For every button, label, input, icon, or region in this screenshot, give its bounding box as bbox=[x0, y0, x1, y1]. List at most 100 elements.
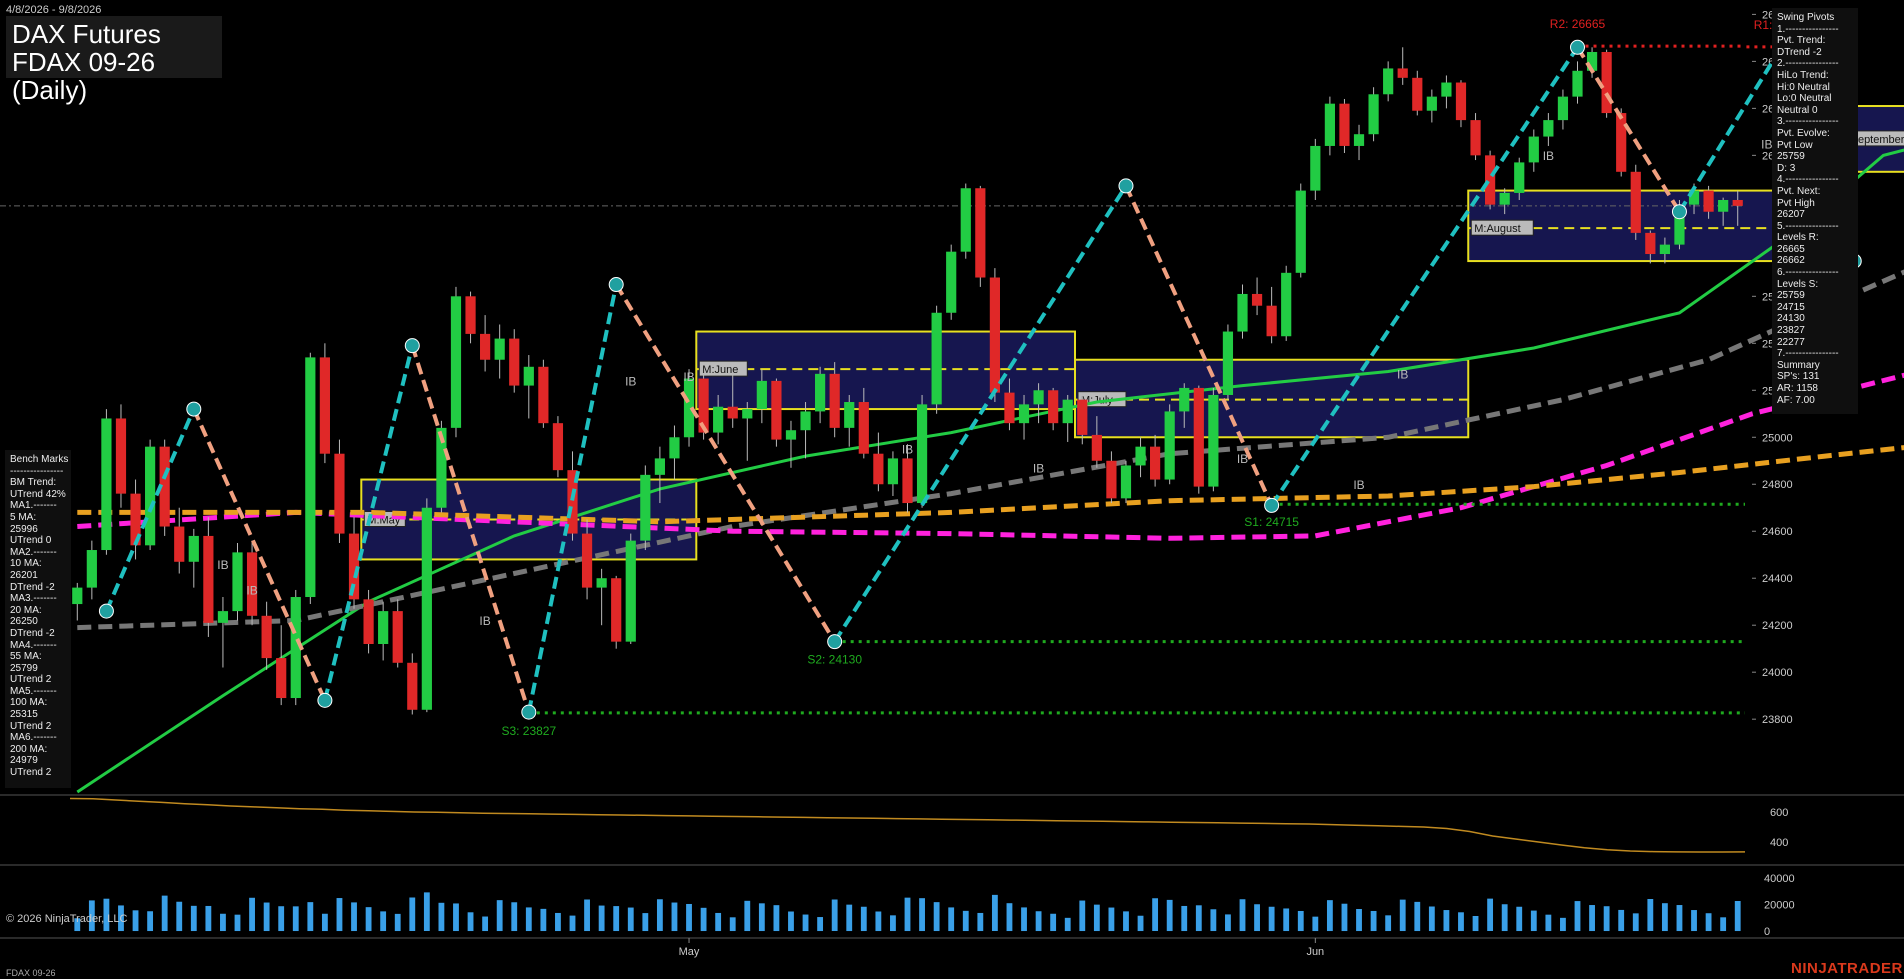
panel-line: UTrend 2 bbox=[10, 720, 52, 732]
candle-body bbox=[1179, 387, 1190, 412]
swing-pivot-marker bbox=[98, 603, 114, 619]
panel-line: 24979 bbox=[10, 755, 38, 767]
candle-body bbox=[1426, 96, 1437, 111]
candle-body bbox=[1295, 190, 1306, 273]
panel-line: BM Trend: bbox=[10, 477, 57, 489]
instrument-timeframe: FDAX 09-26 (Daily) bbox=[12, 47, 156, 105]
candle-body bbox=[1237, 293, 1248, 332]
panel-line: DTrend -2 bbox=[10, 581, 55, 593]
swing-pivots-panel: Swing Pivots 1.---------------- Pvt. Trend… bbox=[1772, 8, 1858, 414]
panel-line: 5 MA: bbox=[10, 511, 37, 523]
candle-body bbox=[1018, 404, 1030, 424]
panel-line: 25799 bbox=[10, 662, 38, 674]
candle-body bbox=[858, 402, 869, 454]
panel-line: AF: 7.00 bbox=[1777, 394, 1815, 406]
candle-body bbox=[450, 296, 462, 428]
panel-line: Swing Pivots bbox=[1777, 12, 1835, 23]
candle-body bbox=[494, 338, 505, 360]
month-label: Jun bbox=[1306, 946, 1324, 958]
candle-body bbox=[1499, 192, 1510, 205]
candle-body bbox=[72, 587, 83, 605]
panel-line: HiLo Trend: bbox=[1777, 69, 1829, 81]
panel-line: MA5.------- bbox=[10, 685, 57, 697]
panel-line: UTrend 2 bbox=[10, 674, 52, 686]
candle-body bbox=[1120, 465, 1132, 499]
volume-tick-label: 40000 bbox=[1764, 873, 1795, 885]
candle-body bbox=[581, 533, 593, 588]
candle-body bbox=[1470, 120, 1481, 156]
indicator-line bbox=[69, 797, 1746, 853]
panel-line: 5.---------------- bbox=[1777, 220, 1839, 232]
ib-label: IB bbox=[217, 558, 228, 572]
instrument-name: DAX Futures bbox=[12, 19, 161, 49]
candle-body bbox=[1353, 134, 1365, 146]
swing-line bbox=[1677, 46, 1784, 213]
candle-body bbox=[1004, 392, 1015, 424]
candle-body bbox=[101, 418, 112, 551]
candle-body bbox=[1062, 399, 1073, 424]
panel-line: Pvt High bbox=[1777, 197, 1815, 209]
ib-label: IB bbox=[246, 584, 257, 598]
candle-body bbox=[625, 540, 636, 642]
candle-body bbox=[1630, 171, 1641, 233]
candle-body bbox=[654, 458, 665, 475]
candle-body bbox=[829, 373, 840, 428]
panel-line: 10 MA: bbox=[10, 558, 42, 570]
candle-body bbox=[931, 312, 942, 405]
candle-body bbox=[1703, 190, 1714, 212]
ib-label: IB bbox=[1761, 137, 1772, 151]
panel-line: 26662 bbox=[1777, 255, 1805, 267]
panel-line: MA2.------- bbox=[10, 546, 57, 558]
candle-body bbox=[334, 453, 345, 534]
panel-line: Pvt. Trend: bbox=[1777, 35, 1826, 47]
panel-line: 23827 bbox=[1777, 325, 1805, 337]
candle-body bbox=[742, 409, 753, 419]
candle-body bbox=[1616, 113, 1627, 172]
brand-logo: NINJATRADER bbox=[1791, 960, 1903, 977]
price-tick-label: 24600 bbox=[1762, 526, 1793, 538]
candle-body bbox=[916, 404, 928, 504]
pivot-label: R2: 26665 bbox=[1550, 17, 1606, 31]
candle-body bbox=[465, 296, 476, 334]
panel-line: 26207 bbox=[1777, 209, 1805, 221]
panel-line: Pvt. Evolve: bbox=[1777, 127, 1830, 139]
candle-body bbox=[1397, 68, 1408, 78]
price-tick-label: 24800 bbox=[1762, 479, 1793, 491]
panel-line: Levels R: bbox=[1777, 232, 1819, 244]
candle-body bbox=[232, 552, 243, 612]
candle-body bbox=[1324, 103, 1335, 146]
price-tick-label: 24000 bbox=[1762, 667, 1793, 679]
swing-pivot-marker bbox=[1570, 39, 1585, 55]
ib-label: IB bbox=[479, 614, 490, 628]
candle-body bbox=[203, 535, 214, 623]
pivot-label: S1: 24715 bbox=[1244, 515, 1299, 529]
candle-body bbox=[86, 550, 97, 588]
candle-body bbox=[1412, 77, 1423, 111]
candle-body bbox=[800, 411, 811, 431]
candle-body bbox=[669, 437, 680, 459]
copyright: © 2026 NinjaTrader, LLC bbox=[6, 913, 128, 925]
panel-line: 24715 bbox=[1777, 301, 1805, 313]
panel-line: Lo:0 Neutral bbox=[1777, 93, 1832, 105]
candle-body bbox=[1528, 136, 1539, 163]
swing-pivot-marker bbox=[608, 277, 624, 293]
candle-body bbox=[552, 423, 564, 471]
candle-body bbox=[1383, 68, 1394, 95]
swing-pivot-marker bbox=[186, 401, 202, 417]
panel-line: 3.---------------- bbox=[1777, 116, 1839, 128]
candle-body bbox=[115, 418, 127, 494]
panel-line: MA1.------- bbox=[10, 500, 57, 512]
panel-line: 25759 bbox=[1777, 151, 1805, 163]
panel-line: Pvt Low bbox=[1777, 139, 1813, 151]
candle-body bbox=[217, 611, 229, 623]
candle-body bbox=[1339, 103, 1350, 146]
swing-pivot-marker bbox=[404, 338, 420, 354]
panel-line: D: 3 bbox=[1777, 162, 1796, 174]
panel-line: MA6.------- bbox=[10, 732, 57, 744]
candle-body bbox=[1368, 94, 1379, 135]
ib-label: IB bbox=[1237, 452, 1248, 466]
candle-body bbox=[1048, 390, 1059, 424]
panel-line: 100 MA: bbox=[10, 697, 48, 709]
candle-body bbox=[640, 474, 651, 541]
candle-body bbox=[421, 507, 432, 710]
